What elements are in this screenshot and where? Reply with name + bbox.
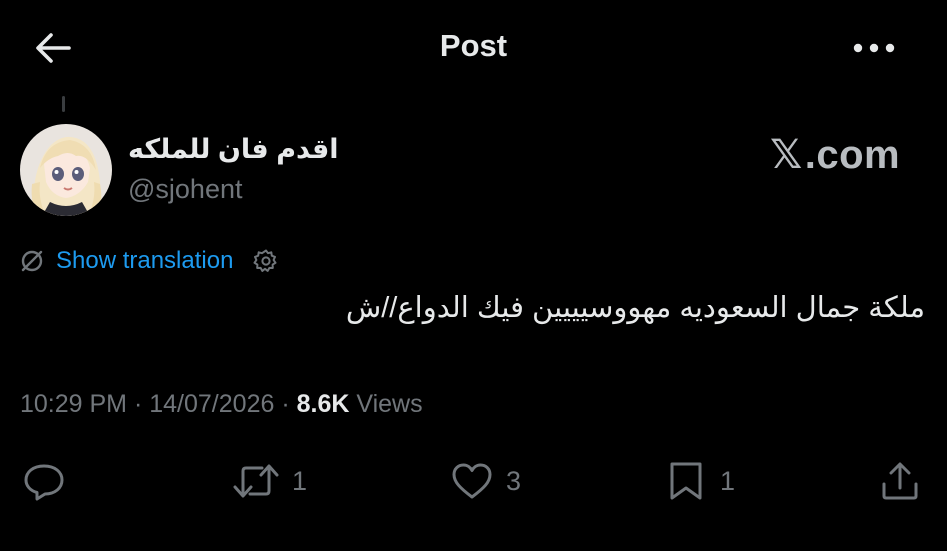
repost-button[interactable]: 1 — [232, 456, 307, 506]
x-com-watermark: 𝕏 .com — [770, 132, 900, 178]
meta-separator: · — [133, 390, 143, 418]
translation-row: Show translation — [18, 244, 281, 278]
repost-icon — [233, 464, 279, 498]
views-label: Views — [356, 390, 423, 418]
page-title: Post — [439, 28, 508, 63]
more-options-button[interactable] — [848, 30, 900, 66]
meta-separator: · — [281, 390, 290, 418]
repost-count: 1 — [292, 465, 308, 496]
heart-icon — [452, 463, 492, 499]
avatar[interactable] — [20, 124, 112, 216]
tweet-date[interactable]: 14/07/2026 — [149, 390, 274, 418]
thread-connector-line — [62, 96, 65, 112]
tweet-text: ملكة جمال السعوديه مهووسيييين فيك الدواع… — [345, 292, 925, 324]
bookmark-count: 1 — [720, 465, 736, 496]
like-count: 3 — [506, 465, 522, 496]
reply-button[interactable] — [22, 456, 66, 506]
watermark-domain: .com — [804, 132, 901, 177]
author-display-name[interactable]: اقدم فان للملكه — [128, 134, 339, 165]
author-handle[interactable]: @sjohent — [128, 174, 242, 205]
show-translation-link[interactable]: Show translation — [56, 247, 233, 275]
like-button[interactable]: 3 — [450, 456, 521, 506]
share-icon — [882, 462, 918, 500]
x-logo-glyph: 𝕏 — [770, 132, 803, 178]
share-button[interactable] — [878, 456, 922, 506]
reply-icon — [24, 464, 64, 501]
tweet-metadata: 10:29 PM · 14/07/2026 · 8.6K Views — [20, 390, 423, 419]
bookmark-button[interactable]: 1 — [664, 456, 735, 506]
action-bar: 1 3 1 — [0, 456, 947, 506]
bookmark-icon — [670, 462, 702, 500]
more-horizontal-icon — [853, 43, 895, 53]
translate-off-icon — [18, 247, 46, 275]
top-bar: Post — [0, 0, 947, 96]
anime-avatar-image — [20, 124, 112, 216]
tweet-time[interactable]: 10:29 PM — [20, 390, 127, 418]
gear-icon[interactable] — [251, 246, 281, 276]
views-count[interactable]: 8.6K — [297, 390, 350, 418]
